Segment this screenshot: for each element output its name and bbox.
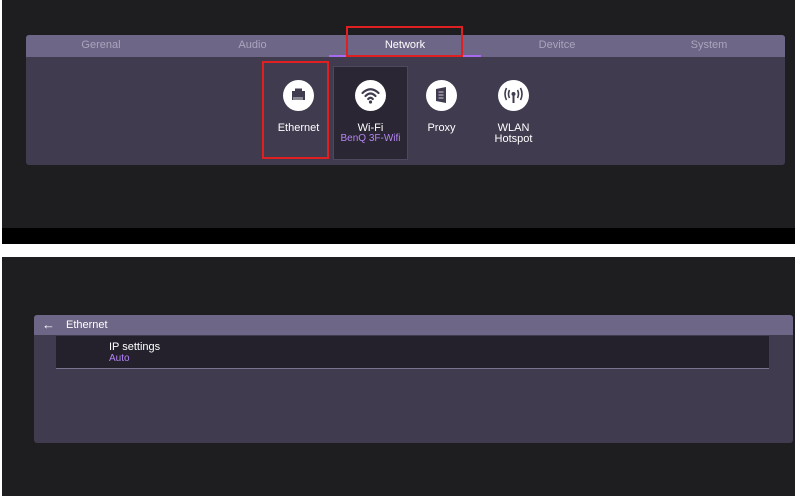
back-arrow-icon[interactable]: ← bbox=[42, 317, 55, 333]
ip-settings-label: IP settings bbox=[109, 341, 161, 353]
tab-general[interactable]: Gerenal bbox=[26, 35, 176, 57]
ethernet-panel: ← Ethernet IP settings Auto bbox=[34, 315, 793, 443]
wifi-network-name: BenQ 3F-Wifi bbox=[340, 133, 401, 144]
network-tab-highlight bbox=[346, 26, 463, 57]
hotspot-label-line2: Hotspot bbox=[494, 133, 533, 145]
ethernet-title: Ethernet bbox=[66, 319, 108, 331]
wlan-hotspot-option[interactable]: WLAN Hotspot bbox=[476, 66, 551, 160]
ip-settings-row[interactable]: IP settings Auto bbox=[56, 336, 769, 369]
ethernet-option-highlight bbox=[262, 61, 329, 159]
tab-device[interactable]: Devitce bbox=[481, 35, 633, 57]
ethernet-settings-screen: ← Ethernet IP settings Auto bbox=[2, 257, 795, 496]
proxy-option[interactable]: Proxy bbox=[404, 66, 479, 160]
tab-audio[interactable]: Audio bbox=[176, 35, 329, 57]
wifi-icon bbox=[355, 80, 386, 111]
ethernet-header: ← Ethernet bbox=[34, 315, 793, 335]
ip-settings-value: Auto bbox=[109, 353, 130, 364]
screen-bezel bbox=[2, 228, 795, 244]
proxy-label: Proxy bbox=[427, 122, 456, 134]
tab-system[interactable]: System bbox=[633, 35, 785, 57]
hotspot-icon bbox=[498, 80, 529, 111]
proxy-icon bbox=[426, 80, 457, 111]
wifi-option[interactable]: Wi-Fi BenQ 3F-Wifi bbox=[333, 66, 408, 160]
